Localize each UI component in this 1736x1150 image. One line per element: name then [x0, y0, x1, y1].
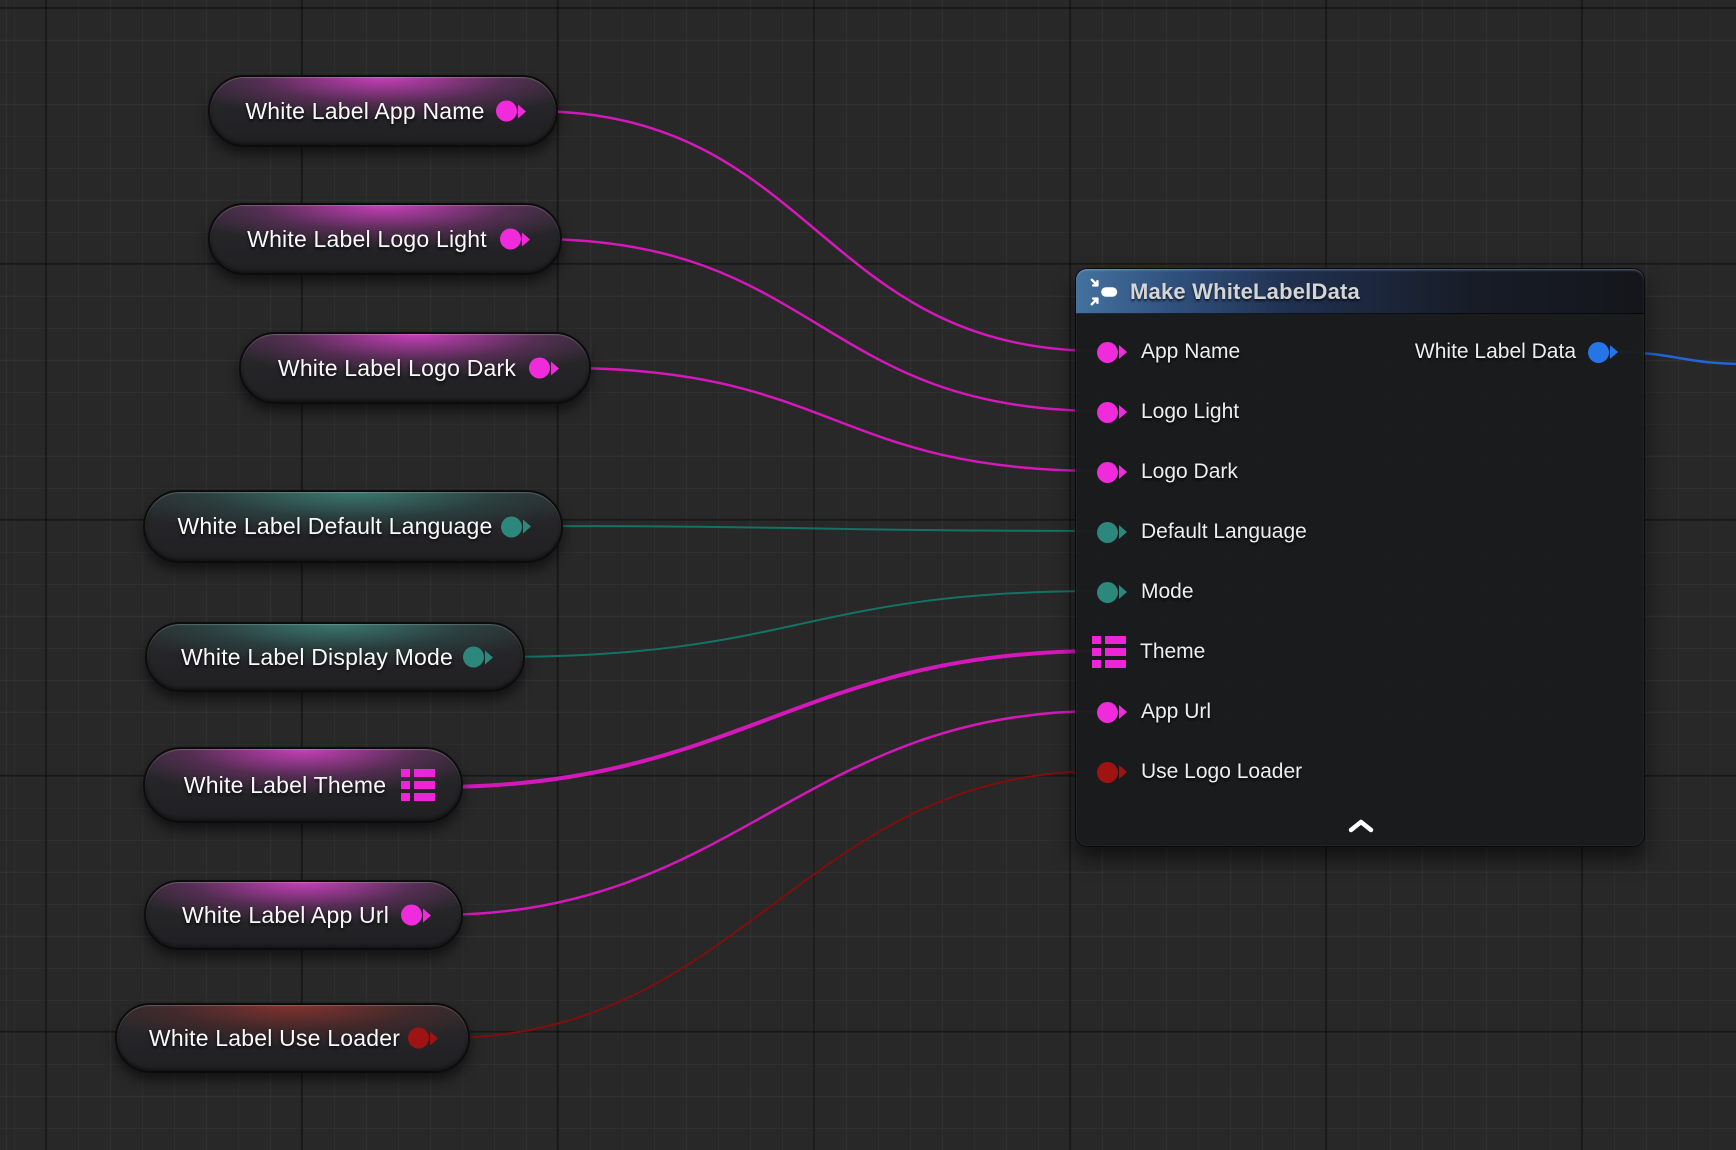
- input-pin-use-logo-loader[interactable]: [1097, 762, 1127, 783]
- make-struct-icon: [1088, 276, 1120, 308]
- output-pin-white-label-app-name[interactable]: [496, 101, 526, 122]
- input-pin-app-url[interactable]: [1097, 702, 1127, 723]
- input-pin-row-default-language: Default Language: [1097, 520, 1307, 544]
- output-pin-row: White Label Data: [1415, 340, 1618, 364]
- input-pin-row-use-logo-loader: Use Logo Loader: [1097, 760, 1302, 784]
- struct-pin-icon: [1092, 636, 1126, 668]
- node-white-label-theme[interactable]: White Label Theme: [143, 747, 463, 823]
- output-pin-label: White Label Data: [1415, 340, 1576, 364]
- output-pin-white-label-app-url[interactable]: [401, 905, 431, 926]
- output-pin-white-label-default-language[interactable]: [501, 516, 531, 537]
- input-pin-label: Logo Dark: [1141, 460, 1238, 484]
- getter-label: White Label App Name: [223, 98, 542, 125]
- pin-circle: [1097, 462, 1118, 483]
- pin-circle: [529, 358, 550, 379]
- input-pin-logo-dark[interactable]: [1097, 462, 1127, 483]
- getter-label: White Label Logo Dark: [256, 355, 574, 382]
- pin-circle: [1097, 522, 1118, 543]
- wire-enum[interactable]: [537, 526, 1102, 531]
- pin-arrow-tip: [430, 1031, 438, 1045]
- input-pin-mode[interactable]: [1097, 582, 1127, 603]
- pin-arrow-tip: [485, 650, 493, 664]
- node-white-label-logo-light[interactable]: White Label Logo Light: [208, 203, 562, 275]
- pin-circle: [1097, 702, 1118, 723]
- input-pin-label: Use Logo Loader: [1141, 760, 1302, 784]
- pin-arrow-tip: [1119, 705, 1127, 719]
- wire-string[interactable]: [437, 711, 1102, 915]
- blueprint-graph-canvas[interactable]: White Label App Name White Label Logo Lig…: [0, 0, 1736, 1150]
- input-pin-label: App Url: [1141, 700, 1211, 724]
- make-node-title: Make WhiteLabelData: [1130, 279, 1360, 305]
- input-pin-row-mode: Mode: [1097, 580, 1194, 604]
- input-pin-theme[interactable]: [1092, 636, 1126, 668]
- pin-arrow-tip: [1119, 525, 1127, 539]
- pin-circle: [408, 1028, 429, 1049]
- pin-circle: [1097, 402, 1118, 423]
- input-pin-label: Logo Light: [1141, 400, 1239, 424]
- output-pin-white-label-logo-light[interactable]: [500, 229, 530, 250]
- pin-circle: [401, 905, 422, 926]
- node-make-whitelabeldata[interactable]: Make WhiteLabelData App Name Logo Light Lo…: [1075, 268, 1645, 847]
- node-white-label-logo-dark[interactable]: White Label Logo Dark: [239, 332, 591, 404]
- pin-arrow-tip: [1119, 765, 1127, 779]
- output-pin-white-label-use-loader[interactable]: [408, 1028, 438, 1049]
- input-pin-row-theme: Theme: [1092, 636, 1205, 668]
- pin-arrow-tip: [1119, 405, 1127, 419]
- output-pin-white-label-data[interactable]: [1588, 342, 1618, 363]
- input-pin-row-logo-dark: Logo Dark: [1097, 460, 1238, 484]
- pin-arrow-tip: [423, 908, 431, 922]
- wire-string[interactable]: [565, 368, 1102, 471]
- node-white-label-app-url[interactable]: White Label App Url: [144, 880, 463, 950]
- pin-arrow-tip: [518, 104, 526, 118]
- getter-label: White Label Display Mode: [159, 644, 511, 671]
- pin-arrow-tip: [522, 232, 530, 246]
- pin-arrow-tip: [1610, 345, 1618, 359]
- pin-circle: [1588, 342, 1609, 363]
- pin-arrow-tip: [1119, 585, 1127, 599]
- pin-circle: [1097, 582, 1118, 603]
- node-white-label-app-name[interactable]: White Label App Name: [208, 75, 558, 147]
- input-pin-row-logo-light: Logo Light: [1097, 400, 1239, 424]
- input-pin-app-name[interactable]: [1097, 342, 1127, 363]
- getter-label: White Label Default Language: [155, 513, 550, 540]
- input-pin-row-app-name: App Name: [1097, 340, 1240, 364]
- pin-arrow-tip: [551, 361, 559, 375]
- output-pin-white-label-display-mode[interactable]: [463, 647, 493, 668]
- getter-label: White Label Logo Light: [225, 226, 545, 253]
- input-pin-default-language[interactable]: [1097, 522, 1127, 543]
- input-pin-label: Default Language: [1141, 520, 1307, 544]
- input-pin-label: Theme: [1140, 640, 1205, 664]
- pin-arrow-tip: [1119, 345, 1127, 359]
- input-pin-label: App Name: [1141, 340, 1240, 364]
- struct-pin-icon: [401, 769, 435, 801]
- input-pin-row-app-url: App Url: [1097, 700, 1211, 724]
- pin-circle: [496, 101, 517, 122]
- collapse-chevron[interactable]: [1348, 819, 1374, 833]
- wire-enum[interactable]: [499, 591, 1102, 657]
- wire-string[interactable]: [536, 239, 1102, 411]
- pin-circle: [1097, 762, 1118, 783]
- node-white-label-use-loader[interactable]: White Label Use Loader: [115, 1003, 470, 1073]
- input-pin-label: Mode: [1141, 580, 1194, 604]
- node-white-label-default-language[interactable]: White Label Default Language: [143, 490, 563, 563]
- pin-circle: [1097, 342, 1118, 363]
- input-pin-logo-light[interactable]: [1097, 402, 1127, 423]
- pin-arrow-tip: [1119, 465, 1127, 479]
- pin-arrow-tip: [523, 520, 531, 534]
- pin-circle: [501, 516, 522, 537]
- node-white-label-display-mode[interactable]: White Label Display Mode: [145, 622, 525, 692]
- pin-circle: [500, 229, 521, 250]
- pin-circle: [463, 647, 484, 668]
- wire-string[interactable]: [532, 111, 1102, 351]
- make-node-header[interactable]: Make WhiteLabelData: [1076, 269, 1644, 314]
- output-pin-white-label-logo-dark[interactable]: [529, 358, 559, 379]
- output-pin-white-label-theme[interactable]: [401, 769, 435, 801]
